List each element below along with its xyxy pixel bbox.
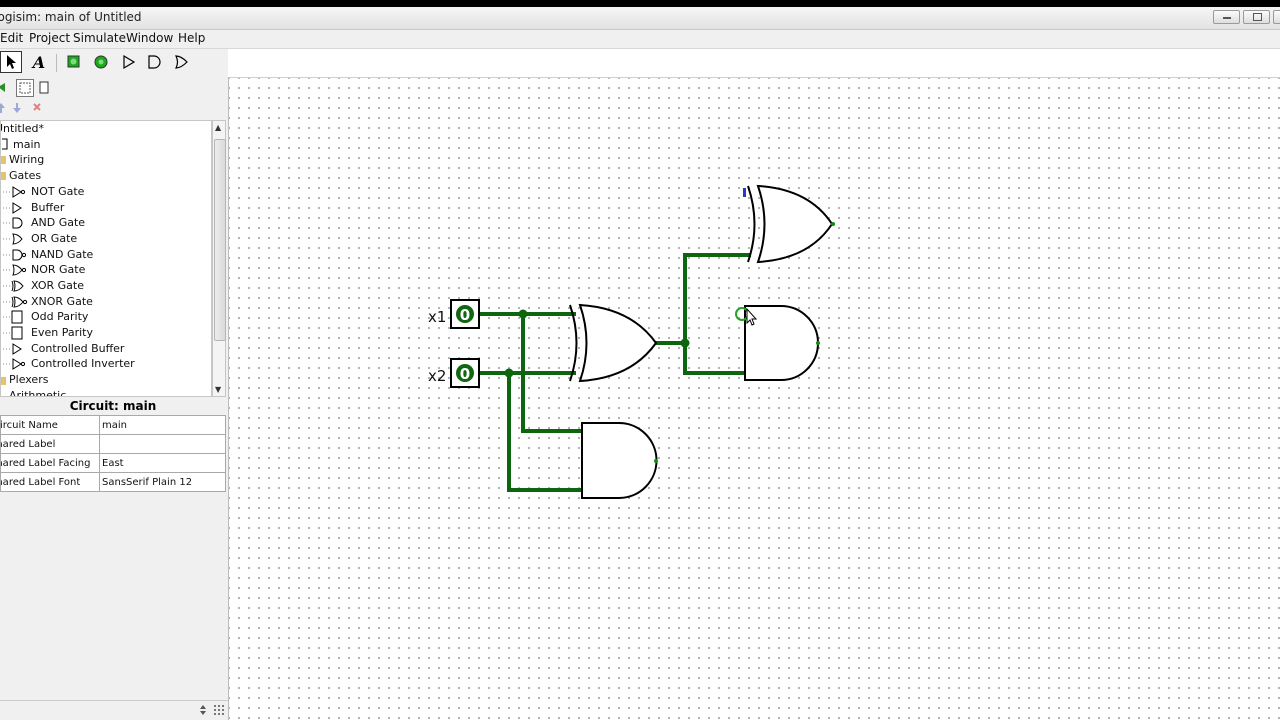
library-folder-icon [1,156,6,164]
explorer-scrollbar[interactable]: ▲ ▼ [212,120,226,397]
output-pin-tool-button[interactable] [90,51,112,73]
circuit-layout-icon [19,82,31,94]
and-gate-icon [148,55,161,69]
circuit-drawing: 0 0 [450,184,835,499]
xor-gate-2[interactable] [747,184,834,264]
or-gate-icon [175,55,188,69]
explorer-toolbar [0,77,228,119]
and-gate-2[interactable] [744,305,819,381]
scroll-up-arrow-icon[interactable]: ▲ [215,123,221,132]
attribute-row[interactable]: Shared Label Facing East [0,453,226,473]
menu-bar: Edit Project Simulate Window Help [0,30,1280,49]
tree-item-odd-parity[interactable]: Odd Parity [31,309,88,324]
tree-item-or-gate[interactable]: OR Gate [31,231,77,246]
scroll-thumb[interactable] [214,139,226,341]
attribute-row[interactable]: Circuit Name main [0,415,226,435]
show-appearance-button[interactable] [16,79,34,97]
tree-item-even-parity[interactable]: Even Parity [31,325,93,340]
tree-project[interactable]: Untitled* [1,121,44,136]
menu-project[interactable]: Project [29,31,70,45]
circuit-canvas[interactable]: x1 x2 0 0 [229,77,1280,721]
text-tool-button[interactable]: A [28,51,50,73]
tree-library-wiring[interactable]: Wiring [9,152,44,167]
menu-edit[interactable]: Edit [0,31,23,45]
tree-item-buffer[interactable]: Buffer [31,200,64,215]
circuit-icon [2,138,8,150]
tree-circuit-main[interactable]: main [13,137,40,152]
tree-item-xnor-gate[interactable]: XNOR Gate [31,294,93,309]
not-gate-icon [123,54,136,70]
tree-item-controlled-inverter[interactable]: Controlled Inverter [31,356,135,371]
tree-library-gates[interactable]: Gates [9,168,41,183]
attribute-value[interactable] [99,434,226,454]
window-title: Logisim: main of Untitled [0,10,142,24]
window-titlebar[interactable]: Logisim: main of Untitled [0,7,1280,30]
pointer-arrow-icon [7,55,16,69]
attribute-name: Shared Label Font [0,472,100,492]
tree-item-nor-gate[interactable]: NOR Gate [31,262,85,277]
xor-gate-1[interactable] [569,303,658,383]
or-gate-tool-button[interactable] [170,51,192,73]
attribute-value[interactable]: East [99,453,226,473]
tree-item-not-gate[interactable]: NOT Gate [31,184,84,199]
maximize-button[interactable] [1243,10,1270,24]
attribute-name: Shared Label Facing [0,453,100,473]
attribute-value[interactable]: SansSerif Plain 12 [99,472,226,492]
menu-simulate[interactable]: Simulate [73,31,126,45]
attributes-table: Circuit Name main Shared Label Shared La… [0,415,226,492]
menu-window[interactable]: Window [126,31,173,45]
scroll-down-arrow-icon[interactable]: ▼ [215,385,221,394]
tree-item-controlled-buffer[interactable]: Controlled Buffer [31,341,124,356]
menu-help[interactable]: Help [178,31,205,45]
simulate-toggle-icon[interactable] [0,81,8,95]
minimize-icon [1223,17,1231,19]
and-gate-tool-button[interactable] [143,51,165,73]
attribute-row[interactable]: Shared Label [0,434,226,454]
attribute-name: Circuit Name [0,415,100,435]
pointer-tool-button[interactable] [0,51,22,73]
input-value-x2: 0 [460,365,470,383]
and-gate-1[interactable] [581,422,658,499]
input-pin-icon [67,55,80,68]
gate-input-marker [743,188,746,197]
tree-item-and-gate[interactable]: AND Gate [31,215,85,230]
library-folder-icon [1,377,6,385]
attributes-title: Circuit: main [0,399,226,415]
input-pin-tool-button[interactable] [63,51,85,73]
input-value-x1: 0 [460,306,470,324]
main-toolbar: A [0,49,228,77]
maximize-icon [1253,13,1262,21]
grid-toggle-icon[interactable] [213,704,225,716]
minimize-button[interactable] [1213,10,1240,24]
attribute-value[interactable]: main [99,415,226,435]
library-folder-icon [1,172,6,180]
toolbar-separator [56,54,57,72]
explorer-tree: Untitled* main Wiring Gates NOT Gate Buf… [0,120,212,397]
appearance-icon[interactable] [38,81,50,95]
zoom-spinner-icon[interactable] [198,703,208,717]
move-up-icon[interactable] [0,102,6,114]
tree-item-xor-gate[interactable]: XOR Gate [31,278,84,293]
tree-item-nand-gate[interactable]: NAND Gate [31,247,93,262]
attribute-row[interactable]: Shared Label Font SansSerif Plain 12 [0,472,226,492]
delete-icon[interactable] [32,102,42,114]
gate-tree-icons [3,186,28,370]
screen-top-edge [0,0,1280,7]
not-gate-tool-button[interactable] [118,51,140,73]
left-panel: Untitled* main Wiring Gates NOT Gate Buf… [0,77,229,720]
move-down-icon[interactable] [12,102,22,114]
output-pin-icon [94,55,108,69]
text-tool-icon: A [32,52,46,72]
close-button[interactable] [1273,10,1280,24]
attribute-name: Shared Label [0,434,100,454]
zoom-status-bar [0,700,228,719]
tree-library-plexers[interactable]: Plexers [9,372,48,387]
tree-library-arithmetic[interactable]: Arithmetic [9,388,66,396]
